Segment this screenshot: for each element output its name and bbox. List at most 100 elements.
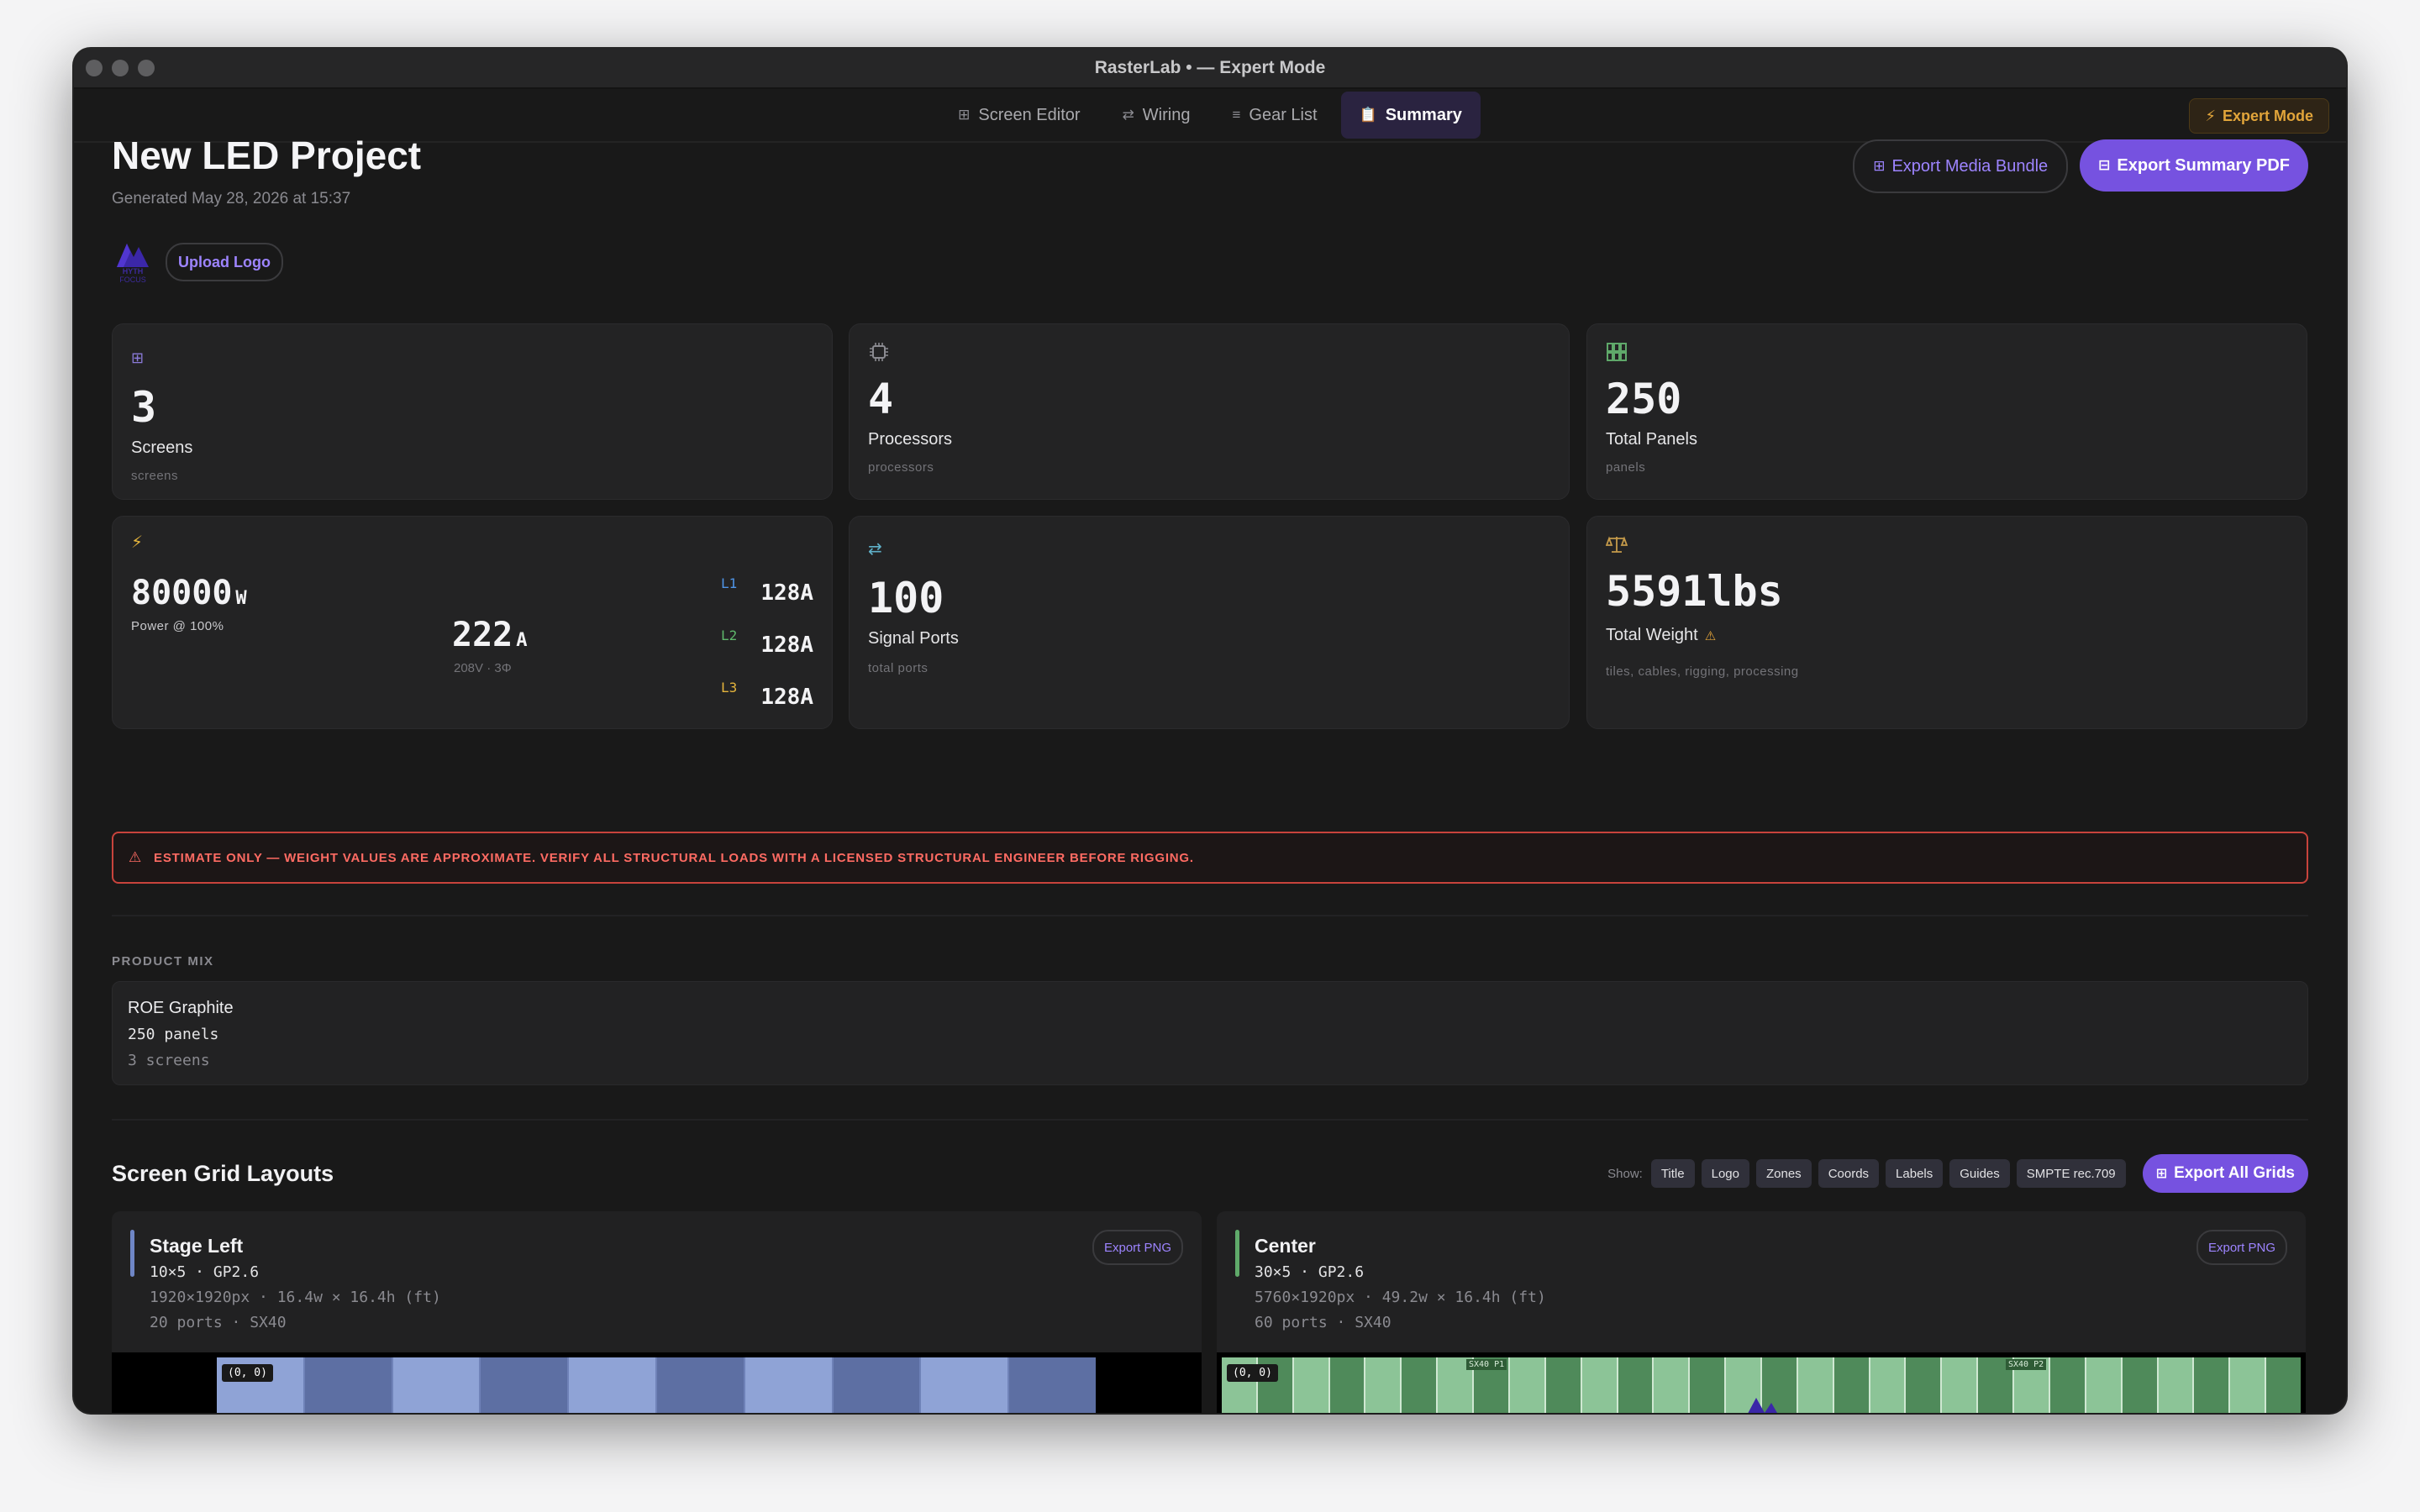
toggle-logo[interactable]: Logo [1701, 1159, 1749, 1188]
lightning-icon: ⚡ [131, 533, 144, 552]
panel-cell: 1.9 [1509, 1357, 1544, 1413]
phase-name: L3 [721, 680, 738, 696]
panel-cell [833, 1357, 920, 1413]
package-icon: ⊞ [1873, 158, 1886, 174]
screens-count: 3 [131, 383, 157, 432]
screen-spec: 10×5 · GP2.6 [150, 1263, 260, 1281]
weight-sub: tiles, cables, rigging, processing [1606, 664, 1799, 679]
export-png-button[interactable]: Export PNG [2196, 1230, 2287, 1265]
panel-cell [1009, 1357, 1096, 1413]
toggle-coords[interactable]: Coords [1818, 1159, 1880, 1188]
toggle-labels[interactable]: Labels [1886, 1159, 1944, 1188]
minimize-window-button[interactable] [112, 60, 129, 76]
tab-screen-editor[interactable]: ⊞ Screen Editor [939, 92, 1098, 139]
tab-wiring[interactable]: ⇄ Wiring [1104, 92, 1209, 139]
summary-content: New LED Project Generated May 28, 2026 a… [112, 136, 2308, 1413]
product-mix-card: ROE Graphite 250 panels 3 screens [112, 981, 2308, 1085]
processor-zone-label: SX40 P2 [2006, 1359, 2047, 1370]
signal-label: Signal Ports [868, 629, 959, 648]
phase-l3: L3 128A [721, 680, 813, 732]
toggle-guides[interactable]: Guides [1949, 1159, 2010, 1188]
divider [112, 915, 2308, 916]
processors-sub: processors [868, 460, 934, 475]
panel-cell: 1.18 [1833, 1357, 1869, 1413]
product-mix-heading: PRODUCT MIX [112, 954, 214, 969]
panel-cell [744, 1357, 832, 1413]
phase-value: 128A [760, 685, 813, 710]
page-title: New LED Project [112, 134, 422, 177]
screens-icon: ⊞ [131, 349, 145, 366]
screen-accent-bar [1235, 1230, 1239, 1277]
phase-l1: L1 128A [721, 575, 813, 627]
divider [112, 1119, 2308, 1121]
button-label: Export All Grids [2174, 1164, 2295, 1182]
panel-cell [481, 1357, 568, 1413]
tab-label: Summary [1385, 105, 1462, 124]
window-title: RasterLab • — Expert Mode [1094, 58, 1326, 77]
close-window-button[interactable] [86, 60, 103, 76]
disclaimer-text: ESTIMATE ONLY — WEIGHT VALUES ARE APPROX… [154, 850, 1194, 865]
toggle-smpte[interactable]: SMPTE rec.709 [2016, 1159, 2126, 1188]
panel-cell: 1.30 [2266, 1357, 2301, 1413]
document-icon: ⊟ [2098, 157, 2111, 173]
product-name: ROE Graphite [128, 999, 234, 1017]
panels-label: Total Panels [1606, 430, 1697, 449]
export-media-bundle-button[interactable]: ⊞ Export Media Bundle [1853, 139, 2069, 193]
export-png-button[interactable]: Export PNG [1092, 1230, 1183, 1265]
screen-name: Center [1255, 1235, 1316, 1257]
panel-cell: 1.20 [1906, 1357, 1941, 1413]
logo-overlay-icon: FOCUS [1748, 1398, 1777, 1413]
stat-card-power: ⚡ 80000 W Power @ 100% 222 A 208V · 3Φ L… [112, 516, 833, 729]
clipboard-icon: 📋 [1359, 107, 1377, 123]
expert-mode-label: Expert Mode [2222, 107, 2313, 124]
watts-unit: W [235, 588, 247, 609]
stat-card-processors: 4 Processors processors [849, 323, 1570, 500]
panel-cell: 1.24 [2049, 1357, 2085, 1413]
panel-cell: 1.10 [1545, 1357, 1581, 1413]
export-summary-pdf-button[interactable]: ⊟ Export Summary PDF [2080, 139, 2308, 192]
panel-cell: 1.14 [1690, 1357, 1725, 1413]
weight-label-row: Total Weight ⚠ [1606, 626, 1716, 645]
panel-cell [657, 1357, 744, 1413]
power-label: Power @ 100% [131, 619, 224, 633]
weight-value: 5591lbs [1606, 567, 1783, 616]
panel-grid [217, 1357, 1096, 1413]
panel-cell: 1.29 [2230, 1357, 2265, 1413]
screen-resolution: 5760×1920px · 49.2w × 16.4h (ft) [1255, 1289, 1546, 1306]
arrows-swap-icon: ⇄ [868, 540, 882, 559]
tab-summary[interactable]: 📋 Summary [1340, 92, 1481, 139]
phase-l2: L2 128A [721, 627, 813, 680]
panel-cell: 1.17 [1797, 1357, 1833, 1413]
grid-preview: 1.11.21.31.41.51.61.71.81.91.101.111.121… [1217, 1352, 2306, 1413]
zoom-window-button[interactable] [138, 60, 155, 76]
generated-timestamp: Generated May 28, 2026 at 15:37 [112, 190, 351, 207]
processors-label: Processors [868, 430, 953, 449]
signal-sub: total ports [868, 661, 929, 675]
show-label: Show: [1607, 1166, 1643, 1181]
panel-cell: 1.5 [1365, 1357, 1401, 1413]
weight-label: Total Weight [1606, 626, 1698, 644]
panel-cell: 1.11 [1581, 1357, 1617, 1413]
expert-mode-button[interactable]: ⚡ Expert Mode [2189, 98, 2329, 134]
warning-icon[interactable]: ⚠ [1705, 628, 1716, 643]
toggle-title[interactable]: Title [1650, 1159, 1695, 1188]
scale-icon [1605, 535, 1628, 559]
tab-label: Screen Editor [978, 105, 1081, 124]
toggle-zones[interactable]: Zones [1755, 1159, 1812, 1188]
panel-cell: 1.13 [1654, 1357, 1689, 1413]
screen-spec: 30×5 · GP2.6 [1255, 1263, 1365, 1281]
project-logo: HYTH FOCUS [112, 239, 154, 286]
processor-zone-label: SX40 P1 [1466, 1359, 1507, 1370]
upload-logo-button[interactable]: Upload Logo [166, 243, 283, 281]
button-label: Export Media Bundle [1891, 156, 2049, 176]
tab-label: Wiring [1142, 105, 1191, 124]
logo-text-top: HYTH [122, 267, 144, 276]
export-all-grids-button[interactable]: ⊞ Export All Grids [2142, 1154, 2308, 1193]
tab-gear-list[interactable]: ≡ Gear List [1213, 92, 1335, 139]
screen-ports: 20 ports · SX40 [150, 1314, 287, 1331]
panels-grid-icon [1606, 341, 1628, 368]
grid-icon: ⊞ [2155, 1167, 2168, 1181]
screen-name: Stage Left [150, 1235, 244, 1257]
logo-wordmark: HYTH FOCUS [112, 267, 154, 284]
panel-cell: 1.25 [2086, 1357, 2121, 1413]
